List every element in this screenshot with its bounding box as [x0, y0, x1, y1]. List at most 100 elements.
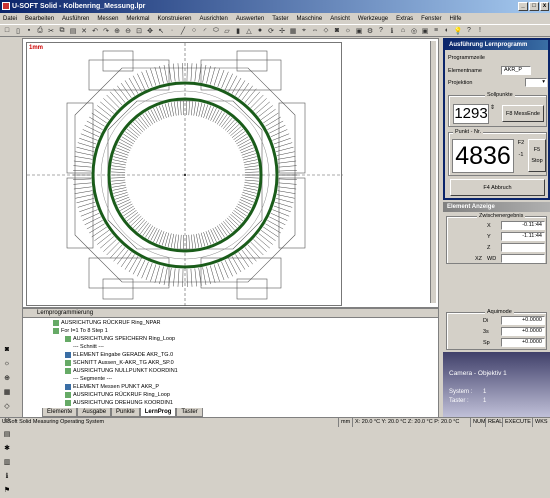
settings-icon[interactable]: ⚙ [365, 26, 375, 36]
zwischenergebnis-label: Zwischenergebnis [477, 213, 525, 219]
warning-icon[interactable]: ! [475, 26, 485, 36]
program-row[interactable]: ELEMENT Eingabe GERADE AKR_TG.0 [65, 351, 173, 359]
menu-taster[interactable]: Taster [272, 16, 288, 22]
arc-icon[interactable]: ◜ [200, 26, 210, 36]
delete-icon[interactable]: ✕ [79, 26, 89, 36]
program-row[interactable]: AUSRICHTUNG NULLPUNKT KOORDIN1 [65, 367, 178, 375]
close-button[interactable]: x [540, 2, 549, 11]
measure-icon[interactable]: ⇔ [310, 26, 320, 36]
light-icon[interactable]: ☼ [2, 360, 12, 370]
info-icon[interactable]: ℹ [2, 472, 12, 482]
program-row[interactable]: AUSRICHTUNG RÜCKRUF Ring_NPAR [53, 319, 161, 327]
mess-ende-button[interactable]: F8 MessEnde [502, 105, 544, 122]
undo-icon[interactable]: ↶ [90, 26, 100, 36]
spin-icon[interactable]: ⇕ [490, 104, 495, 111]
measure-icon[interactable]: ▤ [2, 430, 12, 440]
canvas-vscroll[interactable] [430, 41, 436, 303]
minimize-button[interactable]: _ [518, 2, 528, 11]
plane-icon[interactable]: ▱ [222, 26, 232, 36]
cylinder-icon[interactable]: ▮ [233, 26, 243, 36]
open-icon[interactable]: ▯ [13, 26, 23, 36]
move-icon[interactable]: ✢ [277, 26, 287, 36]
menu-bearbeiten[interactable]: Bearbeiten [25, 16, 54, 22]
graphic-view[interactable]: 1mm [22, 38, 439, 308]
copy-icon[interactable]: ⧉ [57, 26, 67, 36]
redo-icon[interactable]: ↷ [101, 26, 111, 36]
lock-icon[interactable]: ▣ [420, 26, 430, 36]
menu-ausführen[interactable]: Ausführen [62, 16, 89, 22]
menu-ansicht[interactable]: Ansicht [330, 16, 350, 22]
f5-stop-button[interactable]: F5Stop [528, 139, 546, 172]
line-icon[interactable]: ╱ [178, 26, 188, 36]
menu-messen[interactable]: Messen [97, 16, 118, 22]
probe-icon[interactable]: ⬦ [321, 26, 331, 36]
tab-punkte[interactable]: Punkte [111, 408, 140, 417]
grid-icon[interactable]: ▦ [288, 26, 298, 36]
help-question-icon[interactable]: ? [464, 26, 474, 36]
info-icon[interactable]: ℹ [387, 26, 397, 36]
zoom-fit-icon[interactable]: ⊡ [134, 26, 144, 36]
zoom-in-icon[interactable]: ⊕ [112, 26, 122, 36]
chart-icon[interactable]: ▥ [2, 458, 12, 468]
left-toolstrip: ◙☼ ⊕▦ ◇◎ ▤✱ ▥ℹ ⚑ [0, 38, 22, 418]
ellipse-icon[interactable]: ⬭ [211, 26, 221, 36]
menu-datei[interactable]: Datei [3, 16, 17, 22]
program-row[interactable]: ELEMENT Messen PUNKT AKR_P [65, 383, 159, 391]
camera-icon[interactable]: ◙ [2, 346, 12, 356]
program-row[interactable]: AUSRICHTUNG SPEICHERN Ring_Loop [65, 335, 175, 343]
snap-icon[interactable]: ⌖ [299, 26, 309, 36]
paste-icon[interactable]: ▤ [68, 26, 78, 36]
program-row[interactable]: --- Segmente --- [65, 375, 112, 383]
zoom-icon[interactable]: ⊕ [2, 374, 12, 384]
light-icon[interactable]: ☼ [343, 26, 353, 36]
circle-icon[interactable]: ○ [189, 26, 199, 36]
menu-maschine[interactable]: Maschine [297, 16, 323, 22]
color-icon[interactable]: ◐ [442, 26, 452, 36]
menu-extras[interactable]: Extras [396, 16, 413, 22]
tab-elemente[interactable]: Elemente [42, 408, 77, 417]
tab-lernprog[interactable]: LernProg [140, 408, 177, 417]
abbruch-button[interactable]: F4 Abbruch [450, 179, 545, 196]
save-icon[interactable]: ▪ [24, 26, 34, 36]
target-icon[interactable]: ◎ [409, 26, 419, 36]
cone-icon[interactable]: △ [244, 26, 254, 36]
program-row[interactable]: SCHNITT Aussen_K-AKR_TG AKR_SP.0 [65, 359, 174, 367]
camera-icon[interactable]: ◙ [332, 26, 342, 36]
maximize-button[interactable]: □ [529, 2, 539, 11]
star-icon[interactable]: ✱ [2, 444, 12, 454]
point-icon[interactable]: · [167, 26, 177, 36]
new-icon[interactable]: □ [2, 26, 12, 36]
menu-auswerten[interactable]: Auswerten [236, 16, 264, 22]
select-icon[interactable]: ↖ [156, 26, 166, 36]
grid-icon[interactable]: ▦ [2, 388, 12, 398]
report-icon[interactable]: ▣ [354, 26, 364, 36]
program-row[interactable]: AUSRICHTUNG DREHUNG KOORDIN1 [65, 399, 173, 407]
program-row[interactable]: AUSRICHTUNG RÜCKRUF Ring_Loop [65, 391, 170, 399]
zoom-out-icon[interactable]: ⊖ [123, 26, 133, 36]
program-row[interactable]: --- Schnitt --- [65, 343, 104, 351]
projektion-select[interactable]: ▾ [525, 78, 547, 87]
f2-button[interactable]: F2-1 [516, 140, 526, 158]
tab-ausgabe[interactable]: Ausgabe [77, 408, 111, 417]
print-icon[interactable]: ⎙ [35, 26, 45, 36]
help-icon[interactable]: ? [376, 26, 386, 36]
home-icon[interactable]: ⌂ [398, 26, 408, 36]
menu-merkmal[interactable]: Merkmal [126, 16, 149, 22]
aquimode-label: Aquimode [485, 309, 514, 315]
rotate-icon[interactable]: ⟳ [266, 26, 276, 36]
layer-icon[interactable]: ≡ [431, 26, 441, 36]
cut-icon[interactable]: ✂ [46, 26, 56, 36]
menu-konstruieren[interactable]: Konstruieren [157, 16, 191, 22]
menu-werkzeuge[interactable]: Werkzeuge [358, 16, 388, 22]
menu-fenster[interactable]: Fenster [421, 16, 441, 22]
menu-hilfe[interactable]: Hilfe [450, 16, 462, 22]
bulb-icon[interactable]: 💡 [453, 26, 463, 36]
flag-icon[interactable]: ⚑ [2, 486, 12, 496]
menu-ausrichten[interactable]: Ausrichten [199, 16, 227, 22]
elementname-field[interactable]: AKR_P [501, 66, 531, 75]
sphere-icon[interactable]: ● [255, 26, 265, 36]
pan-icon[interactable]: ✥ [145, 26, 155, 36]
probe-icon[interactable]: ◇ [2, 402, 12, 412]
tab-taster[interactable]: Taster [176, 408, 202, 417]
program-row[interactable]: For I=1 To 8 Step 1 [53, 327, 108, 335]
